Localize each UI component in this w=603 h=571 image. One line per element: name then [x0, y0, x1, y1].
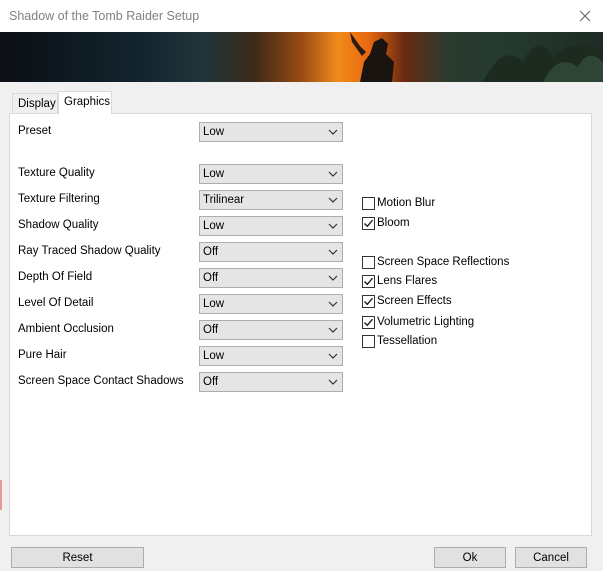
setting-row-texture-filtering: Texture Filtering Trilinear — [10, 190, 591, 210]
chevron-down-icon — [328, 353, 338, 359]
setting-label: Depth Of Field — [18, 271, 93, 283]
preset-dropdown[interactable]: Low — [199, 122, 343, 142]
checkbox-label: Screen Space Reflections — [377, 256, 510, 268]
setting-row-pure-hair: Pure Hair Low — [10, 346, 591, 366]
checkbox-box[interactable] — [362, 295, 375, 308]
chevron-down-icon — [328, 301, 338, 307]
ray-traced-shadow-quality-dropdown[interactable]: Off — [199, 242, 343, 262]
tab-display-label: Display — [18, 98, 56, 110]
dropdown-value: Off — [203, 272, 219, 284]
setting-row-ambient-occlusion: Ambient Occlusion Off — [10, 320, 591, 340]
chevron-down-icon — [328, 171, 338, 177]
setting-label: Shadow Quality — [18, 219, 99, 231]
close-icon[interactable] — [575, 6, 595, 26]
checkbox-box[interactable] — [362, 316, 375, 329]
tab-graphics[interactable]: Graphics — [58, 91, 112, 114]
ok-button[interactable]: Ok — [434, 547, 506, 568]
tab-display[interactable]: Display — [12, 93, 58, 113]
checkmark-icon — [364, 297, 374, 306]
checkmark-icon — [364, 318, 374, 327]
checkbox-label: Tessellation — [377, 335, 438, 347]
dropdown-value: Off — [203, 246, 219, 258]
cancel-button[interactable]: Cancel — [515, 547, 587, 568]
title-bar: Shadow of the Tomb Raider Setup — [0, 0, 603, 32]
setting-row-shadow-quality: Shadow Quality Low — [10, 216, 591, 236]
reset-button[interactable]: Reset — [11, 547, 144, 568]
chevron-down-icon — [328, 197, 338, 203]
shadow-quality-dropdown[interactable]: Low — [199, 216, 343, 236]
chevron-down-icon — [328, 275, 338, 281]
dropdown-value: Off — [203, 324, 219, 336]
tab-graphics-label: Graphics — [64, 96, 111, 108]
setting-label: Screen Space Contact Shadows — [18, 375, 184, 387]
level-of-detail-dropdown[interactable]: Low — [199, 294, 343, 314]
foliage-graphic — [483, 45, 603, 82]
window-edge-accent — [0, 480, 2, 510]
setting-label: Pure Hair — [18, 349, 67, 361]
chevron-down-icon — [328, 327, 338, 333]
dropdown-value: Low — [203, 168, 225, 180]
setting-label: Texture Filtering — [18, 193, 100, 205]
setting-label: Texture Quality — [18, 167, 95, 179]
checkbox-label: Volumetric Lighting — [377, 316, 475, 328]
setting-label: Level Of Detail — [18, 297, 94, 309]
chevron-down-icon — [328, 249, 338, 255]
checkbox-label: Motion Blur — [377, 197, 436, 209]
checkbox-box[interactable] — [362, 217, 375, 230]
setting-row-level-of-detail: Level Of Detail Low — [10, 294, 591, 314]
checkmark-icon — [364, 277, 374, 286]
chevron-down-icon — [328, 223, 338, 229]
setting-label: Preset — [18, 125, 52, 137]
ok-button-label: Ok — [462, 551, 478, 564]
checkbox-label: Lens Flares — [377, 275, 438, 287]
chevron-down-icon — [328, 129, 338, 135]
dropdown-value: Low — [203, 350, 225, 362]
checkbox-box[interactable] — [362, 197, 375, 210]
checkmark-icon — [364, 219, 374, 228]
texture-quality-dropdown[interactable]: Low — [199, 164, 343, 184]
graphics-settings-panel: Preset Low Texture Quality Low Texture F… — [9, 113, 592, 536]
setting-label: Ray Traced Shadow Quality — [18, 245, 161, 257]
dropdown-value: Trilinear — [203, 194, 245, 206]
checkbox-box[interactable] — [362, 335, 375, 348]
dropdown-value: Low — [203, 126, 225, 138]
depth-of-field-dropdown[interactable]: Off — [199, 268, 343, 288]
cancel-button-label: Cancel — [533, 551, 569, 564]
dropdown-value: Off — [203, 376, 219, 388]
checkbox-box[interactable] — [362, 256, 375, 269]
window-title: Shadow of the Tomb Raider Setup — [9, 9, 200, 23]
checkbox-label: Screen Effects — [377, 295, 452, 307]
setting-row-texture-quality: Texture Quality Low — [10, 164, 591, 184]
dropdown-value: Low — [203, 220, 225, 232]
checkbox-box[interactable] — [362, 275, 375, 288]
setting-label: Ambient Occlusion — [18, 323, 114, 335]
pure-hair-dropdown[interactable]: Low — [199, 346, 343, 366]
ambient-occlusion-dropdown[interactable]: Off — [199, 320, 343, 340]
header-banner-image — [0, 32, 603, 82]
dropdown-value: Low — [203, 298, 225, 310]
setting-row-preset: Preset Low — [10, 122, 591, 142]
setting-row-depth-of-field: Depth Of Field Off — [10, 268, 591, 288]
screen-space-contact-shadows-dropdown[interactable]: Off — [199, 372, 343, 392]
chevron-down-icon — [328, 379, 338, 385]
setting-row-screen-space-contact-shadows: Screen Space Contact Shadows Off — [10, 372, 591, 392]
texture-filtering-dropdown[interactable]: Trilinear — [199, 190, 343, 210]
checkbox-label: Bloom — [377, 217, 410, 229]
reset-button-label: Reset — [62, 551, 93, 564]
character-silhouette — [350, 32, 394, 82]
